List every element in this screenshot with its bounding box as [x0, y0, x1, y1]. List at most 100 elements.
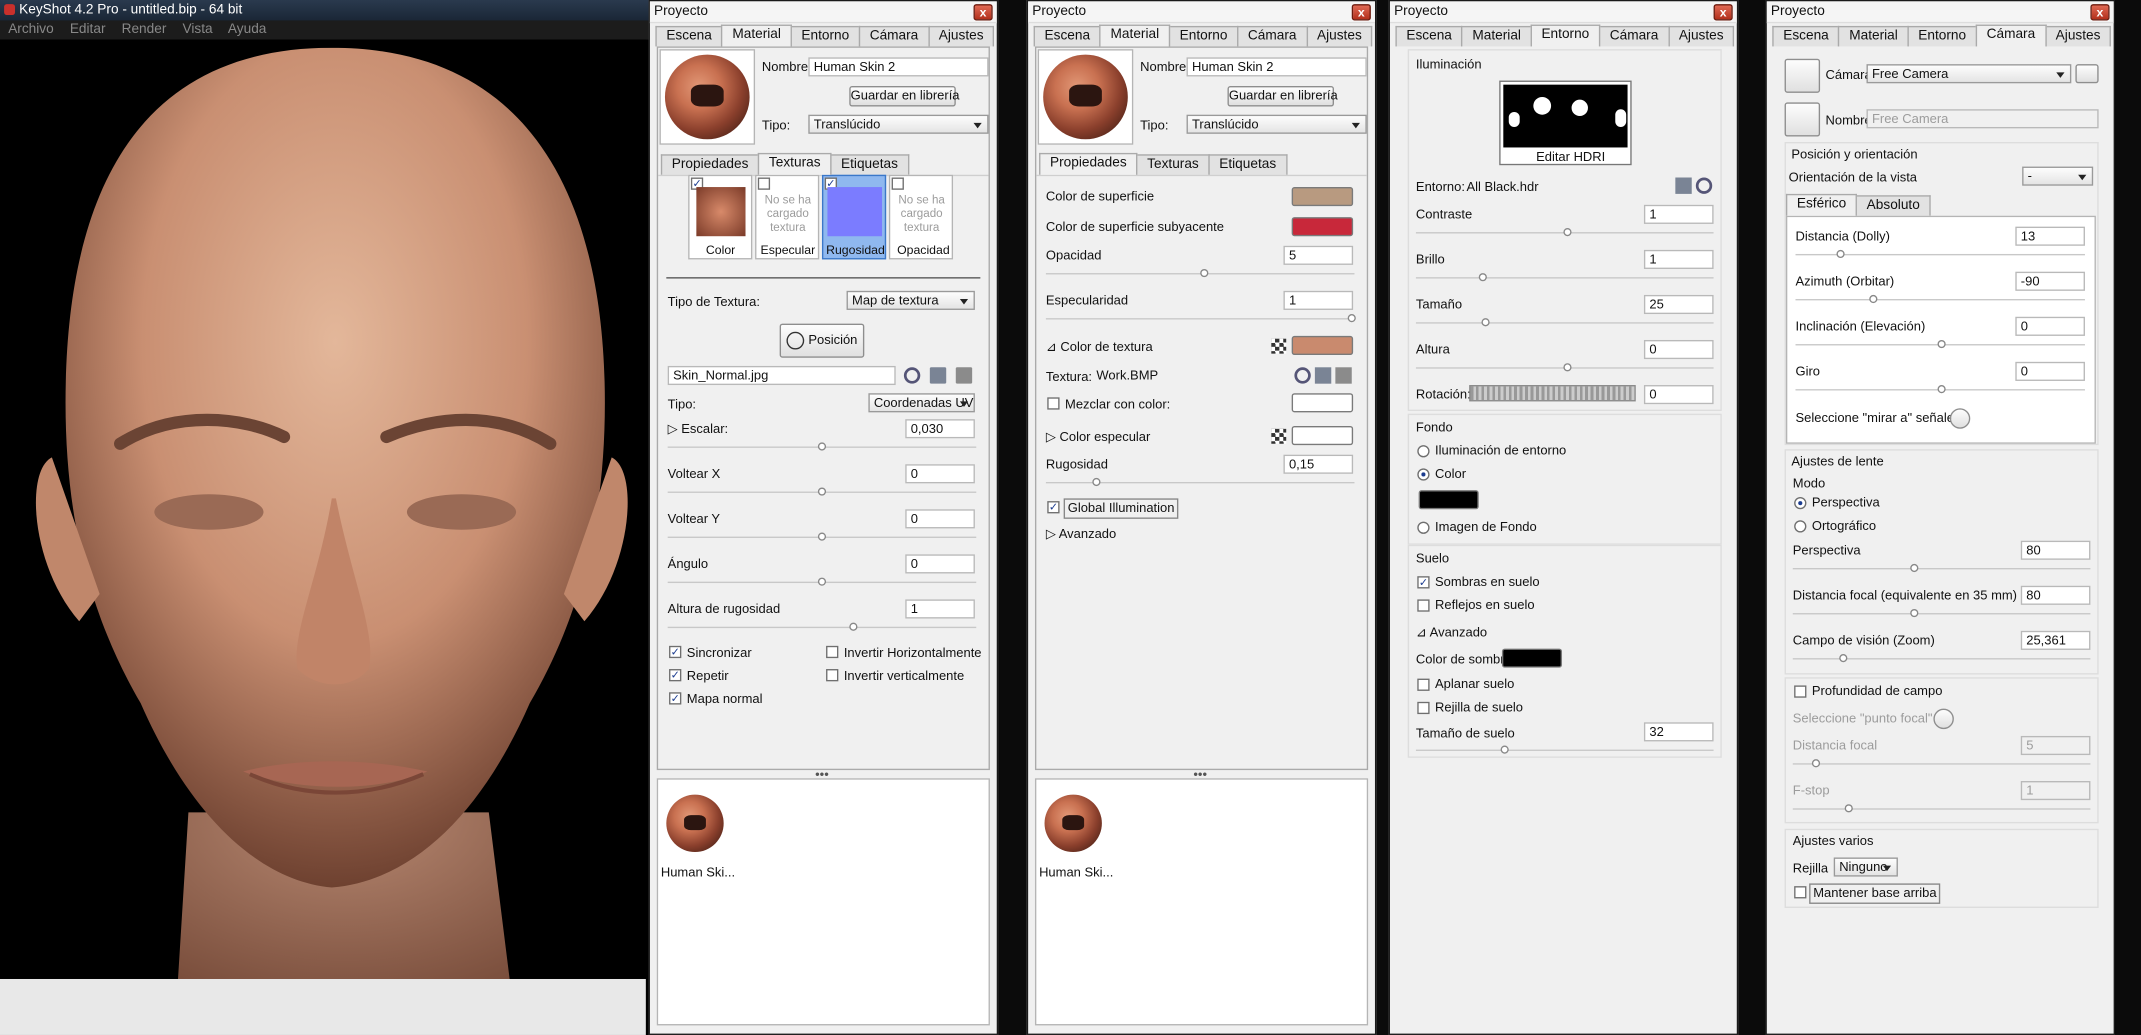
bg-color-swatch[interactable]: [1418, 490, 1479, 510]
height-slider[interactable]: [1415, 363, 1714, 372]
camera-edit-icon[interactable]: [1784, 102, 1821, 137]
repeat-checkbox[interactable]: ✓: [669, 669, 682, 682]
tab-entorno[interactable]: Entorno: [1168, 25, 1239, 47]
position-button[interactable]: Posición: [779, 323, 865, 358]
flip-x-field[interactable]: 0: [905, 464, 975, 484]
flip-x-slider[interactable]: [667, 487, 977, 496]
advanced-toggle[interactable]: ▷ Avanzado: [1046, 527, 1116, 542]
tab-ajustes[interactable]: Ajustes: [927, 25, 995, 47]
material-name-field[interactable]: Human Skin 2: [1186, 57, 1367, 77]
checker-icon[interactable]: [1271, 338, 1287, 354]
ground-grid-checkbox[interactable]: [1417, 701, 1430, 715]
perspective-radio[interactable]: [1794, 497, 1807, 510]
elevation-field[interactable]: 0: [2015, 316, 2085, 336]
mix-color-swatch[interactable]: [1291, 393, 1354, 413]
brightness-field[interactable]: 1: [1643, 249, 1714, 269]
tab-camara[interactable]: Cámara: [1237, 25, 1308, 47]
bg-env-radio[interactable]: [1417, 445, 1430, 458]
menu-render[interactable]: Render: [122, 22, 167, 37]
material-preview[interactable]: [659, 49, 756, 145]
close-button[interactable]: x: [1713, 4, 1733, 21]
angle-field[interactable]: 0: [905, 554, 975, 574]
look-at-crosshair-icon[interactable]: [1949, 408, 1971, 429]
shadow-color-swatch[interactable]: [1501, 648, 1563, 668]
fstop-slider[interactable]: [1792, 804, 2091, 813]
subtab-etiquetas[interactable]: Etiquetas: [1208, 154, 1288, 175]
slot-opacidad-checkbox[interactable]: [891, 177, 904, 190]
gi-checkbox[interactable]: ✓: [1047, 501, 1060, 514]
refresh-icon[interactable]: [1695, 177, 1713, 194]
azimuth-field[interactable]: -90: [2015, 271, 2085, 291]
tab-material[interactable]: Material: [721, 24, 792, 47]
tab-entorno[interactable]: Entorno: [790, 25, 861, 47]
invert-v-checkbox[interactable]: [826, 669, 839, 682]
azimuth-slider[interactable]: [1795, 294, 2085, 304]
view-orientation-select[interactable]: -: [2022, 166, 2094, 186]
tab-escena[interactable]: Escena: [1772, 25, 1840, 47]
tab-camara[interactable]: Cámara: [1975, 24, 2047, 47]
tab-ajustes[interactable]: Ajustes: [2044, 25, 2112, 47]
specularity-slider[interactable]: [1045, 314, 1356, 323]
camera-select[interactable]: Free Camera: [1866, 64, 2072, 84]
camera-name-field[interactable]: Free Camera: [1866, 109, 2099, 129]
height-field[interactable]: 0: [1643, 339, 1714, 360]
material-type-select[interactable]: Translúcido: [1186, 114, 1367, 134]
folder-icon[interactable]: [1314, 367, 1332, 384]
normal-map-checkbox[interactable]: ✓: [669, 692, 682, 705]
sync-checkbox[interactable]: ✓: [669, 645, 682, 659]
elevation-slider[interactable]: [1795, 339, 2085, 349]
ground-size-field[interactable]: 32: [1643, 722, 1714, 742]
close-button[interactable]: x: [973, 4, 993, 21]
texture-color-swatch[interactable]: [1291, 335, 1354, 356]
library-item-thumb[interactable]: [666, 794, 724, 853]
refresh-icon[interactable]: [903, 367, 921, 384]
library-item-label[interactable]: Human Ski...: [661, 866, 735, 881]
mapping-type-select[interactable]: Coordenadas UV: [868, 393, 975, 413]
render-viewport[interactable]: [0, 39, 646, 979]
save-to-library-button[interactable]: Guardar en librería: [849, 86, 960, 107]
size-field[interactable]: 25: [1643, 294, 1714, 315]
tab-entorno[interactable]: Entorno: [1907, 25, 1978, 47]
trash-icon[interactable]: [955, 367, 973, 384]
save-to-library-button[interactable]: Guardar en librería: [1227, 86, 1338, 107]
dolly-slider[interactable]: [1795, 249, 2085, 259]
tab-ajustes[interactable]: Ajustes: [1306, 25, 1373, 47]
orthographic-radio[interactable]: [1794, 520, 1807, 533]
camera-icon[interactable]: [1784, 58, 1821, 93]
mix-color-checkbox[interactable]: [1047, 397, 1060, 410]
specular-color-swatch[interactable]: [1291, 426, 1354, 446]
fov-slider[interactable]: [1792, 654, 2091, 663]
ground-reflections-checkbox[interactable]: [1417, 599, 1430, 612]
tab-material[interactable]: Material: [1461, 25, 1532, 47]
focal-length-slider[interactable]: [1792, 608, 2091, 618]
refresh-icon[interactable]: [1294, 367, 1311, 384]
subsurface-color-swatch[interactable]: [1291, 217, 1354, 237]
texture-type-select[interactable]: Map de textura: [846, 290, 975, 310]
subtab-texturas[interactable]: Texturas: [758, 152, 832, 175]
tab-entorno[interactable]: Entorno: [1530, 24, 1601, 47]
bg-color-radio[interactable]: [1417, 468, 1430, 481]
material-name-field[interactable]: Human Skin 2: [808, 57, 989, 77]
tab-material[interactable]: Material: [1099, 24, 1171, 47]
grid-select[interactable]: Ninguno: [1833, 857, 1898, 877]
flip-y-slider[interactable]: [667, 532, 977, 541]
bump-height-field[interactable]: 1: [905, 599, 975, 619]
texture-file-field[interactable]: Work.BMP: [1091, 366, 1290, 385]
library-item-label[interactable]: Human Ski...: [1039, 866, 1113, 881]
bump-height-slider[interactable]: [667, 622, 977, 631]
subtab-propiedades[interactable]: Propiedades: [660, 154, 760, 175]
roughness-field[interactable]: 0,15: [1283, 454, 1354, 474]
edit-hdri-button[interactable]: Editar HDRI: [1536, 150, 1605, 165]
subtab-absoluto[interactable]: Absoluto: [1855, 195, 1931, 216]
menu-archivo[interactable]: Archivo: [8, 22, 54, 37]
checker-icon[interactable]: [1271, 428, 1287, 444]
scale-field[interactable]: 0,030: [905, 419, 975, 439]
material-type-select[interactable]: Translúcido: [808, 114, 989, 134]
tab-camara[interactable]: Cámara: [1598, 25, 1670, 47]
tab-material[interactable]: Material: [1838, 25, 1909, 47]
tab-escena[interactable]: Escena: [655, 25, 723, 47]
bg-image-radio[interactable]: [1417, 521, 1430, 534]
ground-shadows-checkbox[interactable]: ✓: [1417, 576, 1430, 589]
tab-ajustes[interactable]: Ajustes: [1667, 25, 1735, 47]
invert-h-checkbox[interactable]: [826, 645, 839, 659]
